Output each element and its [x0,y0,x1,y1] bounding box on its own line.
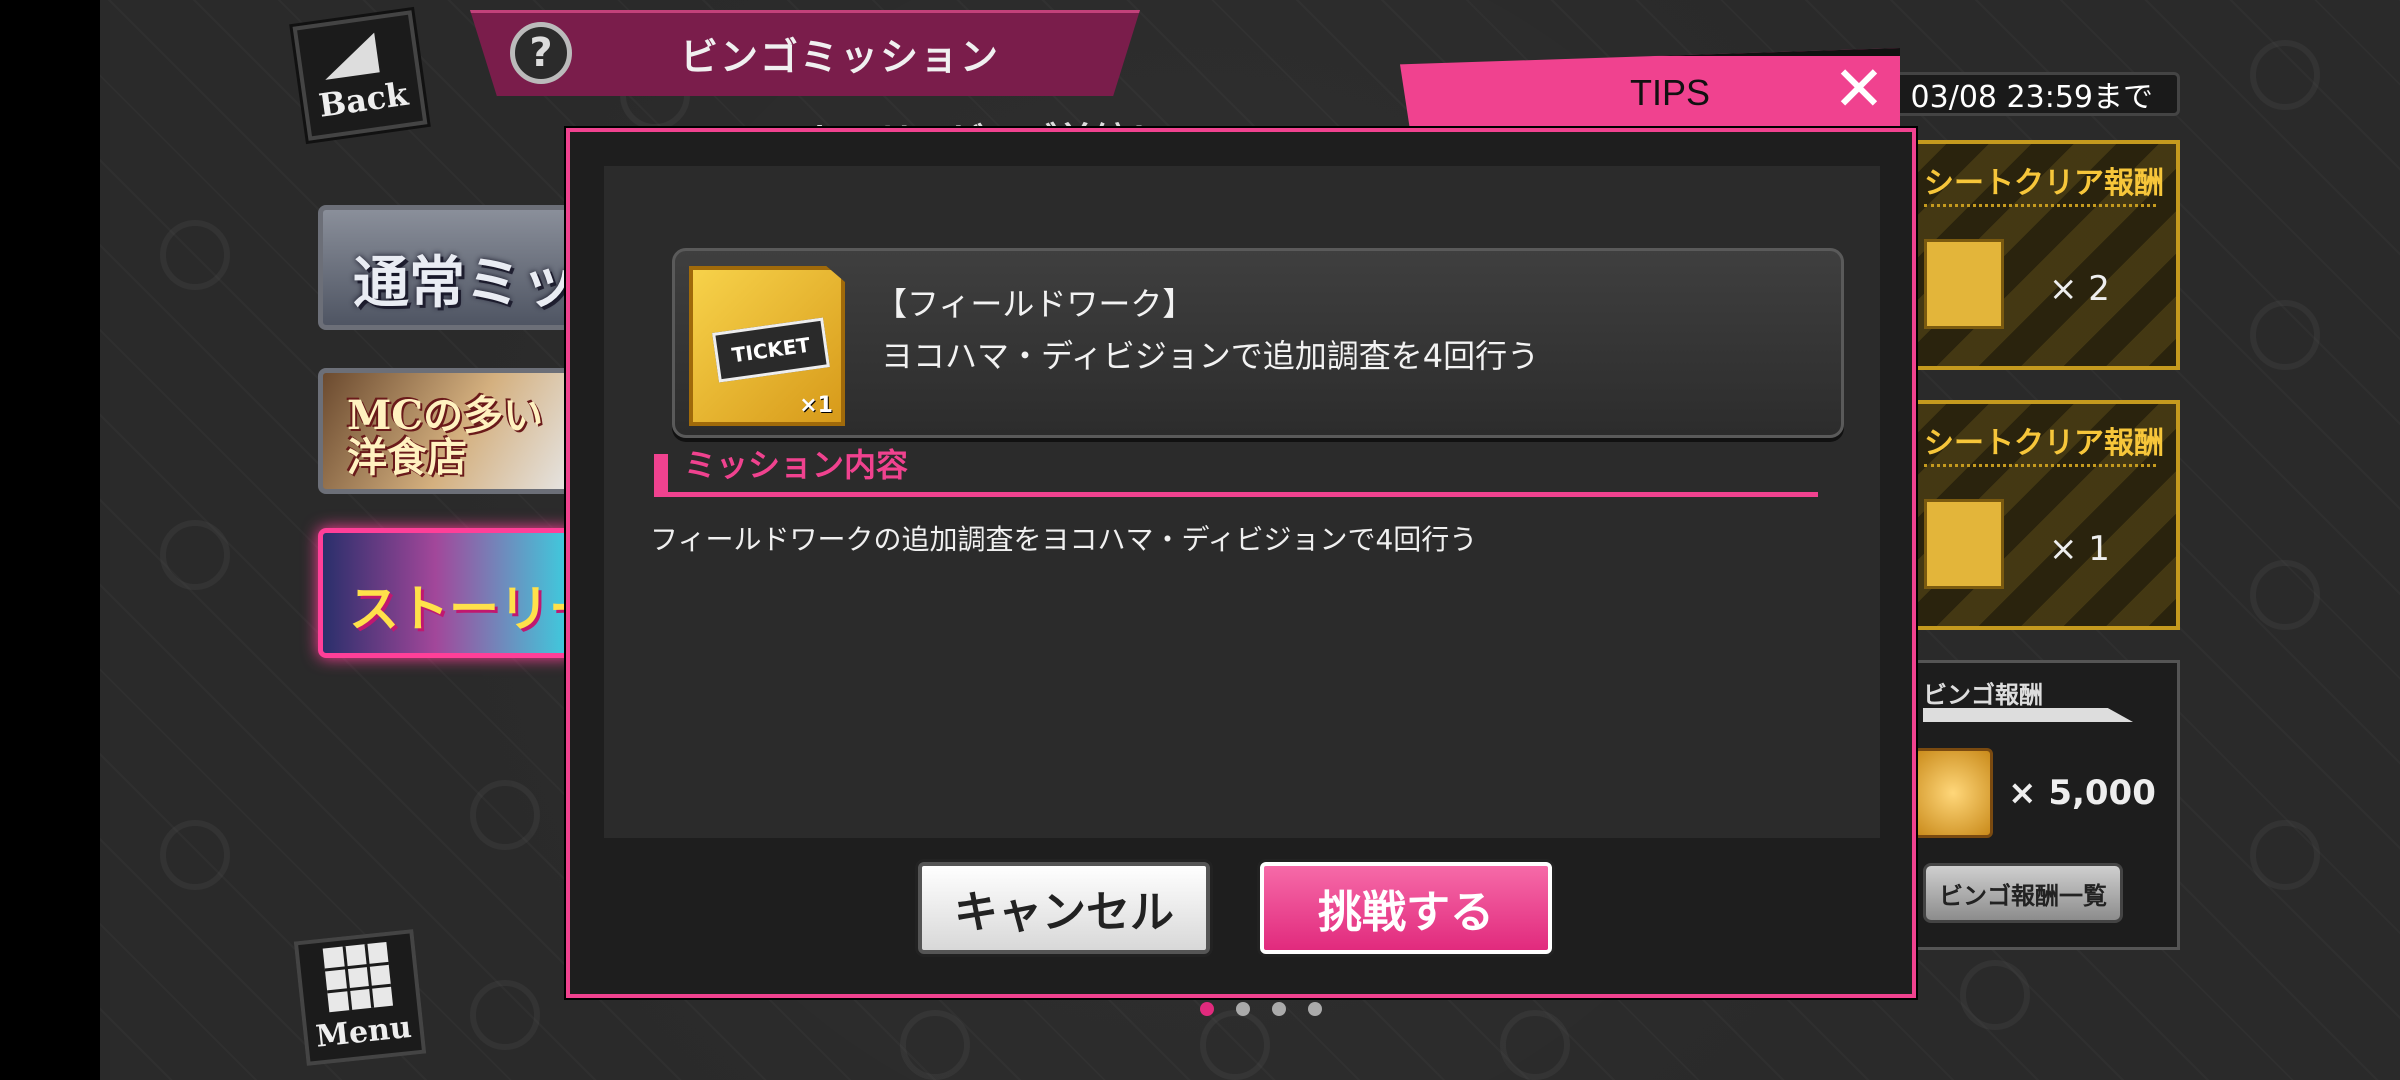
reward-quantity: × 2 [2049,269,2110,309]
help-icon[interactable]: ? [510,22,572,84]
mission-title: 【フィールドワーク】 [875,285,1195,323]
bingo-reward-quantity: × 5,000 [2008,773,2156,813]
cancel-button[interactable]: キャンセル [918,862,1210,954]
ticket-count: ×1 [799,393,833,418]
mission-card: TICKET ×1 【フィールドワーク】 ヨコハマ・ディビジョンで追加調査を4回… [672,248,1844,438]
page-dot [1200,1002,1214,1016]
mission-dialog: TICKET ×1 【フィールドワーク】 ヨコハマ・ディビジョンで追加調査を4回… [566,128,1916,998]
tab-event-restaurant[interactable]: MCの多い洋食店 [318,368,578,494]
back-button[interactable]: Back [292,10,428,141]
arrow-icon [1923,708,2133,722]
deadline-badge: 03/08 23:59まで [1880,72,2180,116]
game-screen: Back ? ビンゴミッション ストーリービンゴ前編！ 通常ミッシ MCの多い洋… [0,0,2400,1080]
reward-title: シートクリア報酬 [1924,426,2164,461]
page-title: ビンゴミッション [680,35,1001,79]
reward-quantity: × 1 [2049,529,2110,569]
section-divider [654,492,1818,497]
mission-description: ヨコハマ・ディビジョンで追加調査を4回行う [881,337,1540,375]
tips-label: TIPS [1630,72,1711,113]
sheet-clear-reward-card: シートクリア報酬 × 1 [1900,400,2180,630]
menu-button[interactable]: Menu [293,929,427,1066]
section-marker [654,454,668,492]
tab-normal-mission[interactable]: 通常ミッシ [318,205,578,330]
ticket-text: TICKET [712,317,830,383]
page-dot [1236,1002,1250,1016]
bingo-reward-list-button[interactable]: ビンゴ報酬一覧 [1923,863,2123,923]
bingo-reward-title: ビンゴ報酬 [1923,681,2043,709]
page-indicator [1200,1002,1322,1016]
sheet-clear-reward-card: シートクリア報酬 × 2 [1900,140,2180,370]
back-arrow-icon [319,26,395,80]
back-label: Back [316,74,411,125]
ticket-icon [1924,499,2004,589]
coin-icon [1913,748,1993,838]
tab-restaurant-label: MCの多い洋食店 [347,392,544,481]
grid-icon [322,941,394,1013]
left-black-bar [0,0,100,1080]
tab-story-card[interactable]: ストーリーカード [318,528,578,658]
divider [1924,464,2156,467]
menu-label: Menu [314,1009,414,1055]
divider [1924,204,2156,207]
tab-normal-label: 通常ミッシ [353,251,577,316]
close-icon[interactable]: ✕ [1830,58,1888,120]
ticket-icon: TICKET ×1 [689,266,845,426]
ticket-icon [1924,239,2004,329]
reward-title: シートクリア報酬 [1924,166,2164,201]
challenge-button[interactable]: 挑戦する [1260,862,1552,954]
bingo-reward-card: ビンゴ報酬 × 5,000 ビンゴ報酬一覧 [1900,660,2180,950]
page-dot [1272,1002,1286,1016]
page-dot [1308,1002,1322,1016]
tab-story-label: ストーリーカード [349,580,573,638]
dialog-content: TICKET ×1 【フィールドワーク】 ヨコハマ・ディビジョンで追加調査を4回… [604,166,1880,838]
section-title: ミッション内容 [684,446,909,484]
mission-detail-text: フィールドワークの追加調査をヨコハマ・ディビジョンで4回行う [650,523,1478,556]
